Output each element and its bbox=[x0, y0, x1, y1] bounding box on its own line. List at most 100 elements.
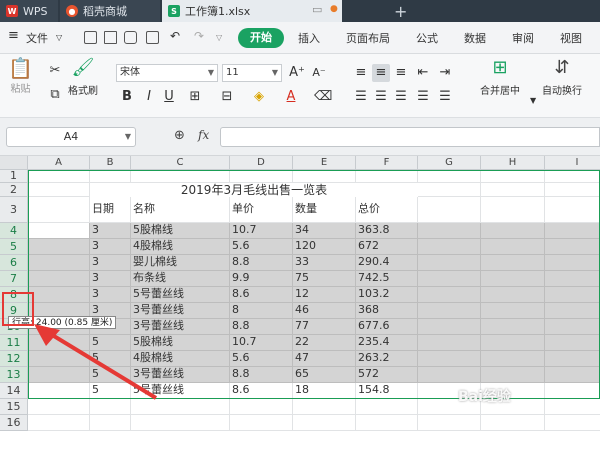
cell-a6[interactable] bbox=[28, 255, 90, 271]
cell-d16[interactable] bbox=[230, 415, 293, 431]
column-header-g[interactable]: G bbox=[418, 156, 481, 170]
workbook-tab[interactable]: S 工作簿1.xlsx ▭ ● bbox=[162, 0, 342, 22]
cell-c8[interactable]: 5号蕾丝线 bbox=[131, 287, 230, 303]
italic-button[interactable]: I bbox=[140, 88, 158, 106]
cell-c5[interactable]: 4股棉线 bbox=[131, 239, 230, 255]
cell-g16[interactable] bbox=[418, 415, 481, 431]
tab-data[interactable]: 数据 bbox=[464, 30, 486, 46]
cell-d8[interactable]: 8.6 bbox=[230, 287, 293, 303]
cell-h5[interactable] bbox=[481, 239, 545, 255]
cell-i12[interactable] bbox=[545, 351, 600, 367]
hamburger-menu-icon[interactable]: ≡ bbox=[8, 28, 19, 43]
cell-f7[interactable]: 742.5 bbox=[356, 271, 418, 287]
cell-i7[interactable] bbox=[545, 271, 600, 287]
cell-h10[interactable] bbox=[481, 319, 545, 335]
cell-d15[interactable] bbox=[230, 399, 293, 415]
tab-page-layout[interactable]: 页面布局 bbox=[346, 30, 390, 46]
cell-a4[interactable] bbox=[28, 223, 90, 239]
cell-i2[interactable] bbox=[545, 183, 600, 197]
export-icon[interactable] bbox=[104, 31, 117, 44]
cell-f5[interactable]: 672 bbox=[356, 239, 418, 255]
cell-e14[interactable]: 18 bbox=[293, 383, 356, 399]
row-header-16[interactable]: 16 bbox=[0, 415, 28, 431]
row-header-4[interactable]: 4 bbox=[0, 223, 28, 239]
cell-e15[interactable] bbox=[293, 399, 356, 415]
cell-b5[interactable]: 3 bbox=[90, 239, 131, 255]
cell-d1[interactable] bbox=[230, 170, 293, 183]
cell-c7[interactable]: 布条线 bbox=[131, 271, 230, 287]
cell-i15[interactable] bbox=[545, 399, 600, 415]
increase-font-icon[interactable]: A⁺ bbox=[288, 64, 306, 82]
cell-f14[interactable]: 154.8 bbox=[356, 383, 418, 399]
cell-i13[interactable] bbox=[545, 367, 600, 383]
distributed-icon[interactable]: ☰ bbox=[436, 88, 454, 106]
cell-g2[interactable] bbox=[418, 183, 481, 197]
cell-c4[interactable]: 5股棉线 bbox=[131, 223, 230, 239]
cell-i5[interactable] bbox=[545, 239, 600, 255]
monitor-icon[interactable]: ▭ bbox=[312, 3, 322, 16]
formula-input[interactable] bbox=[220, 127, 600, 147]
cell-i10[interactable] bbox=[545, 319, 600, 335]
cell-b8[interactable]: 3 bbox=[90, 287, 131, 303]
eraser-icon[interactable]: ⌫ bbox=[314, 88, 332, 106]
cell-h6[interactable] bbox=[481, 255, 545, 271]
column-header-d[interactable]: D bbox=[230, 156, 293, 170]
cell-g3[interactable] bbox=[418, 197, 481, 223]
print-preview-icon[interactable] bbox=[146, 31, 159, 44]
cell-g8[interactable] bbox=[418, 287, 481, 303]
cell-a2[interactable] bbox=[28, 183, 90, 197]
cell-g11[interactable] bbox=[418, 335, 481, 351]
cell-d5[interactable]: 5.6 bbox=[230, 239, 293, 255]
cell-h16[interactable] bbox=[481, 415, 545, 431]
row-header-7[interactable]: 7 bbox=[0, 271, 28, 287]
cell-h7[interactable] bbox=[481, 271, 545, 287]
cell-g9[interactable] bbox=[418, 303, 481, 319]
cell-i6[interactable] bbox=[545, 255, 600, 271]
cell-i8[interactable] bbox=[545, 287, 600, 303]
wrap-text-button[interactable]: ⇵ 自动换行 bbox=[536, 59, 588, 98]
print-icon[interactable] bbox=[124, 31, 137, 44]
column-header-i[interactable]: I bbox=[545, 156, 600, 170]
row-header-11[interactable]: 11 bbox=[0, 335, 28, 351]
cell-h11[interactable] bbox=[481, 335, 545, 351]
cell-i1[interactable] bbox=[545, 170, 600, 183]
save-icon[interactable] bbox=[84, 31, 97, 44]
cell-i14[interactable] bbox=[545, 383, 600, 399]
copy-icon[interactable]: ⧉ bbox=[46, 86, 64, 104]
align-right-icon[interactable]: ☰ bbox=[392, 88, 410, 106]
cell-d4[interactable]: 10.7 bbox=[230, 223, 293, 239]
row-header-5[interactable]: 5 bbox=[0, 239, 28, 255]
column-header-c[interactable]: C bbox=[131, 156, 230, 170]
cell-a3[interactable] bbox=[28, 197, 90, 223]
fill-color-icon[interactable]: ◈ bbox=[250, 88, 268, 106]
borders-icon[interactable]: ⊞ bbox=[186, 88, 204, 106]
cell-f12[interactable]: 263.2 bbox=[356, 351, 418, 367]
paste-button[interactable]: 📋 粘贴 bbox=[8, 58, 33, 95]
cell-g12[interactable] bbox=[418, 351, 481, 367]
row-header-2[interactable]: 2 bbox=[0, 183, 28, 197]
cell-g4[interactable] bbox=[418, 223, 481, 239]
cell-h2[interactable] bbox=[481, 183, 545, 197]
cell-e13[interactable]: 65 bbox=[293, 367, 356, 383]
select-all-corner[interactable] bbox=[0, 156, 28, 170]
justify-icon[interactable]: ☰ bbox=[414, 88, 432, 106]
cell-a8[interactable] bbox=[28, 287, 90, 303]
cell-f16[interactable] bbox=[356, 415, 418, 431]
cell-d10[interactable]: 8.8 bbox=[230, 319, 293, 335]
row-header-13[interactable]: 13 bbox=[0, 367, 28, 383]
cell-g7[interactable] bbox=[418, 271, 481, 287]
cell-e9[interactable]: 46 bbox=[293, 303, 356, 319]
cell-d6[interactable]: 8.8 bbox=[230, 255, 293, 271]
name-box[interactable]: A4 ▼ bbox=[6, 127, 136, 147]
indent-increase-icon[interactable]: ⇥ bbox=[436, 64, 454, 82]
file-menu-chevron-icon[interactable]: ▽ bbox=[56, 33, 62, 42]
cell-h3[interactable] bbox=[481, 197, 545, 223]
cell-d3[interactable]: 单价 bbox=[230, 197, 293, 223]
row-header-6[interactable]: 6 bbox=[0, 255, 28, 271]
cell-b7[interactable]: 3 bbox=[90, 271, 131, 287]
column-header-f[interactable]: F bbox=[356, 156, 418, 170]
column-header-h[interactable]: H bbox=[481, 156, 545, 170]
wps-home-tab[interactable]: W WPS bbox=[0, 0, 58, 22]
row-header-1[interactable]: 1 bbox=[0, 170, 28, 183]
cell-e8[interactable]: 12 bbox=[293, 287, 356, 303]
